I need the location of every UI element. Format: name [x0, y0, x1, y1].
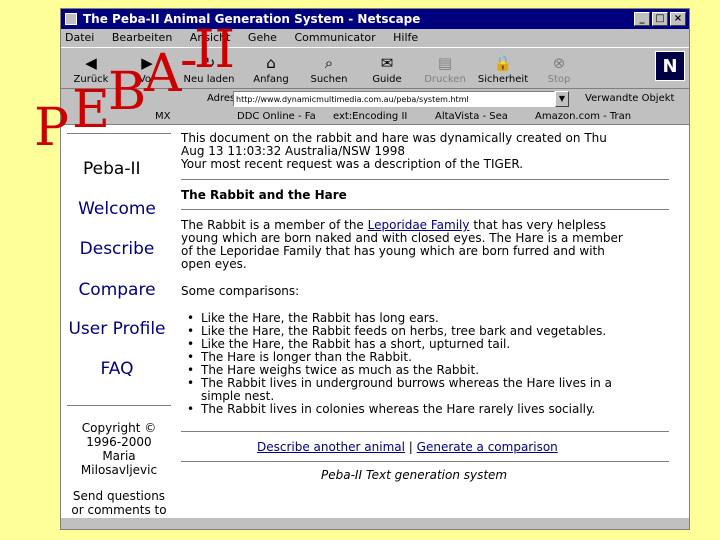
link-separator: |	[408, 440, 413, 454]
print-icon: ▤	[437, 54, 453, 72]
url-dropdown-button[interactable]: ▼	[555, 91, 569, 107]
bookmark-ddc-online[interactable]: DDC Online - Fa	[237, 109, 316, 124]
copyright-author-first: Maria	[102, 449, 136, 463]
related-objects-button[interactable]: Verwandte Objekt	[585, 89, 674, 109]
nav-user-profile[interactable]: User Profile	[61, 319, 173, 339]
comparison-item: Like the Hare, the Rabbit feeds on herbs…	[187, 325, 606, 337]
copyright-author-last: Milosavljevic	[80, 463, 158, 477]
stop-button[interactable]: ⊗ Stop	[531, 52, 587, 88]
description-line-2: young which are born naked and with clos…	[181, 231, 623, 245]
divider	[181, 431, 669, 432]
description-line-4: open eyes.	[181, 257, 247, 271]
home-button[interactable]: ⌂ Anfang	[243, 52, 299, 88]
title-letter-p: P	[34, 98, 69, 158]
status-bar	[61, 517, 689, 529]
window-title: The Peba-II Animal Generation System - N…	[83, 12, 421, 26]
comparisons-label: Some comparisons:	[181, 284, 300, 298]
copyright-line: Copyright ©	[81, 421, 157, 435]
divider	[181, 461, 669, 462]
print-button[interactable]: ▤ Drucken	[417, 52, 473, 88]
title-letter-b: B	[108, 62, 147, 122]
divider	[181, 209, 669, 210]
bookmark-encoding[interactable]: ext:Encoding II	[333, 109, 407, 124]
page-footer: Peba-II Text generation system	[321, 468, 508, 482]
guide-icon: ✉	[380, 54, 394, 72]
netscape-app-icon	[65, 13, 77, 25]
sidebar-divider	[67, 405, 171, 406]
comparison-item: Like the Hare, the Rabbit has a short, u…	[187, 338, 510, 350]
nav-welcome[interactable]: Welcome	[61, 199, 173, 219]
stop-icon: ⊗	[552, 54, 566, 72]
generate-comparison-link[interactable]: Generate a comparison	[417, 440, 558, 454]
leporidae-family-link[interactable]: Leporidae Family	[368, 218, 470, 232]
search-icon: ⌕	[324, 54, 334, 72]
bookmark-altavista[interactable]: AltaVista - Sea	[435, 109, 508, 124]
send-questions-line[interactable]: Send questions	[61, 489, 177, 503]
security-button[interactable]: 🔒 Sicherheit	[475, 52, 531, 88]
home-icon: ⌂	[266, 54, 276, 72]
peba-ii-slide-title: P E B A - II	[34, 20, 235, 158]
url-input[interactable]	[233, 91, 555, 107]
guide-button[interactable]: ✉ Guide	[359, 52, 415, 88]
page-content: Peba-II Welcome Describe Compare User Pr…	[61, 125, 689, 517]
intro-line-3: Your most recent request was a descripti…	[181, 157, 524, 171]
action-links: Describe another animal | Generate a com…	[257, 441, 558, 453]
search-button[interactable]: ⌕ Suchen	[301, 52, 357, 88]
comparison-item: The Hare is longer than the Rabbit.	[187, 351, 412, 363]
bookmark-amazon[interactable]: Amazon.com - Tran	[535, 109, 631, 124]
nav-compare[interactable]: Compare	[61, 280, 173, 300]
divider	[181, 179, 669, 180]
netscape-logo-icon: N	[655, 51, 685, 81]
lock-icon: 🔒	[493, 54, 513, 72]
menu-hilfe[interactable]: Hilfe	[393, 31, 418, 44]
describe-another-animal-link[interactable]: Describe another animal	[257, 440, 405, 454]
title-letter-e: E	[72, 80, 110, 140]
sidebar-title: Peba-II	[83, 159, 141, 179]
copyright-years: 1996-2000	[86, 435, 152, 449]
nav-faq[interactable]: FAQ	[61, 359, 173, 379]
comparison-item: The Hare weighs twice as much as the Rab…	[187, 364, 479, 376]
send-comments-line[interactable]: or comments to	[61, 503, 177, 517]
comparison-item-continued: simple nest.	[201, 389, 275, 403]
minimize-button[interactable]: _	[634, 12, 650, 26]
title-letter-a: A	[144, 44, 182, 104]
description-line-1: The Rabbit is a member of the Leporidae …	[181, 218, 607, 232]
title-numeral-ii: II	[194, 20, 236, 80]
comparison-item: The Rabbit lives in underground burrows …	[187, 377, 612, 389]
description-line-3: of the Leporidae Family that has young w…	[181, 244, 605, 258]
comparison-item: The Rabbit lives in colonies whereas the…	[187, 403, 595, 415]
page-heading: The Rabbit and the Hare	[181, 188, 347, 202]
intro-line-1: This document on the rabbit and hare was…	[181, 131, 607, 145]
nav-describe[interactable]: Describe	[61, 239, 173, 259]
close-button[interactable]: ×	[670, 12, 686, 26]
comparison-item: Like the Hare, the Rabbit has long ears.	[187, 312, 439, 324]
maximize-button[interactable]: □	[652, 12, 668, 26]
menu-gehe[interactable]: Gehe	[248, 31, 277, 44]
menu-communicator[interactable]: Communicator	[294, 31, 375, 44]
